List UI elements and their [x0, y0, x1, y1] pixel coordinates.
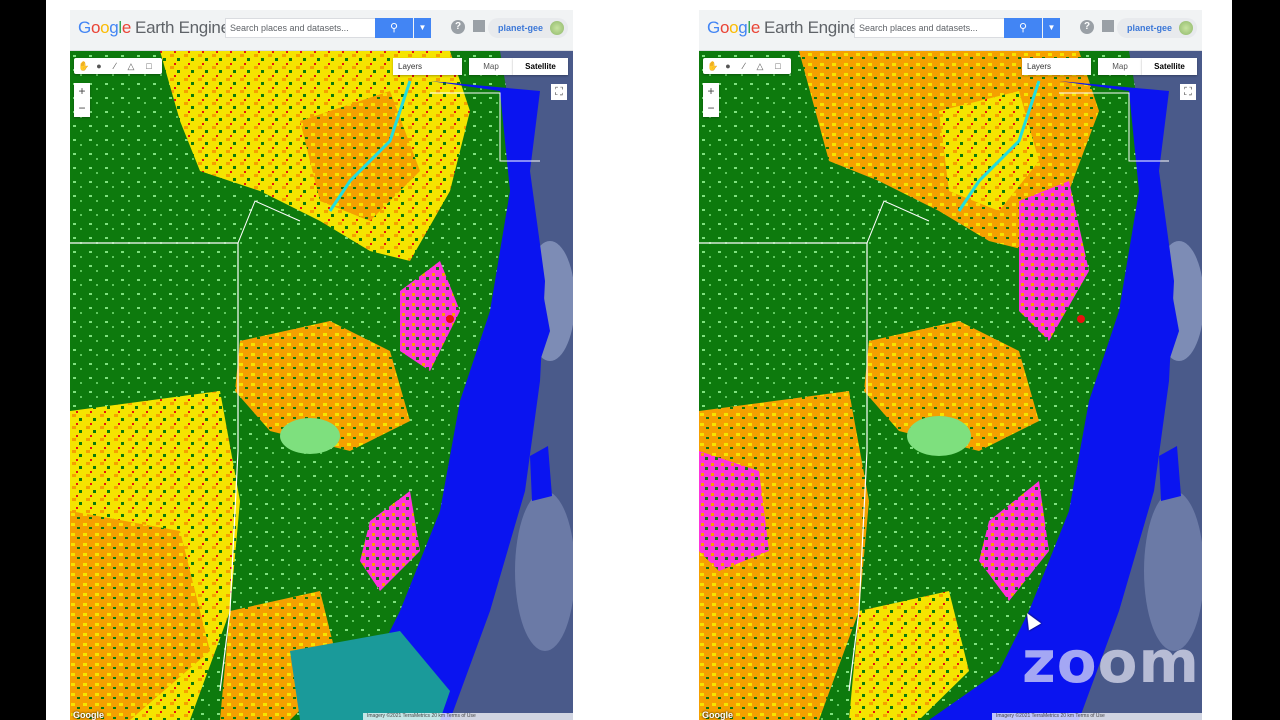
zoom-control: + − [703, 83, 719, 117]
google-watermark: Google [73, 710, 104, 720]
polygon-tool-icon[interactable]: △ [755, 61, 765, 71]
fullscreen-icon[interactable]: ⛶ [551, 84, 567, 100]
zoom-in-button[interactable]: + [703, 83, 719, 100]
drawing-toolbar: ✋ ● ∕ △ □ [703, 58, 791, 74]
search-button[interactable]: ⚲ [1004, 18, 1042, 38]
pan-hand-icon[interactable]: ✋ [707, 61, 718, 71]
feedback-icon[interactable] [473, 20, 485, 32]
search-button[interactable]: ⚲ [375, 18, 413, 38]
map-type-map-button[interactable]: Map [469, 58, 513, 75]
gee-panel-left: Google Earth Engine Search places and dat… [70, 10, 573, 720]
google-watermark: Google [702, 710, 733, 720]
layers-button[interactable]: Layers [1022, 58, 1091, 75]
search-options-button[interactable]: ▼ [1043, 18, 1060, 38]
rectangle-tool-icon[interactable]: □ [773, 61, 783, 71]
rectangle-tool-icon[interactable]: □ [144, 61, 154, 71]
drawing-toolbar: ✋ ● ∕ △ □ [74, 58, 162, 74]
account-button[interactable]: planet-gee [1117, 18, 1197, 38]
map-view[interactable]: ✋ ● ∕ △ □ + − Layers Map Satellite ⛶ Goo… [699, 51, 1202, 720]
pan-hand-icon[interactable]: ✋ [78, 61, 89, 71]
chevron-down-icon: ▼ [418, 23, 427, 32]
zoom-out-button[interactable]: − [74, 100, 90, 117]
zoom-in-button[interactable]: + [74, 83, 90, 100]
map-attribution: Imagery ©2021 TerraMetrics 20 km Terms o… [992, 713, 1202, 720]
map-type-satellite-button[interactable]: Satellite [513, 58, 568, 75]
chevron-down-icon: ▼ [1047, 23, 1056, 32]
line-tool-icon[interactable]: ∕ [739, 61, 749, 71]
line-tool-icon[interactable]: ∕ [110, 61, 120, 71]
layers-button[interactable]: Layers [393, 58, 462, 75]
gee-header: Google Earth Engine Search places and dat… [699, 10, 1202, 51]
gee-panel-right: Google Earth Engine Search places and dat… [699, 10, 1202, 720]
point-marker-icon[interactable]: ● [723, 61, 733, 71]
avatar [1179, 21, 1193, 35]
map-attribution: Imagery ©2021 TerraMetrics 20 km Terms o… [363, 713, 573, 720]
search-icon: ⚲ [389, 22, 399, 34]
map-type-satellite-button[interactable]: Satellite [1142, 58, 1197, 75]
account-button[interactable]: planet-gee [488, 18, 568, 38]
gee-logo[interactable]: Google Earth Engine [78, 18, 230, 38]
left-letterbox [0, 0, 46, 720]
search-icon: ⚲ [1018, 22, 1028, 34]
zoom-control: + − [74, 83, 90, 117]
gee-header: Google Earth Engine Search places and dat… [70, 10, 573, 51]
avatar [550, 21, 564, 35]
zoom-watermark: zoom [1022, 628, 1200, 696]
map-view[interactable]: ✋ ● ∕ △ □ + − Layers Map Satellite ⛶ Goo… [70, 51, 573, 720]
classification-map-left [70, 51, 573, 720]
right-letterbox [1232, 0, 1280, 720]
search-options-button[interactable]: ▼ [414, 18, 431, 38]
map-type-map-button[interactable]: Map [1098, 58, 1142, 75]
search-input[interactable]: Search places and datasets... [225, 18, 381, 38]
help-icon[interactable]: ? [1080, 20, 1094, 34]
classification-map-right [699, 51, 1202, 720]
polygon-tool-icon[interactable]: △ [126, 61, 136, 71]
feedback-icon[interactable] [1102, 20, 1114, 32]
help-icon[interactable]: ? [451, 20, 465, 34]
fullscreen-icon[interactable]: ⛶ [1180, 84, 1196, 100]
point-marker-icon[interactable]: ● [94, 61, 104, 71]
search-input[interactable]: Search places and datasets... [854, 18, 1010, 38]
zoom-out-button[interactable]: − [703, 100, 719, 117]
gee-logo[interactable]: Google Earth Engine [707, 18, 859, 38]
